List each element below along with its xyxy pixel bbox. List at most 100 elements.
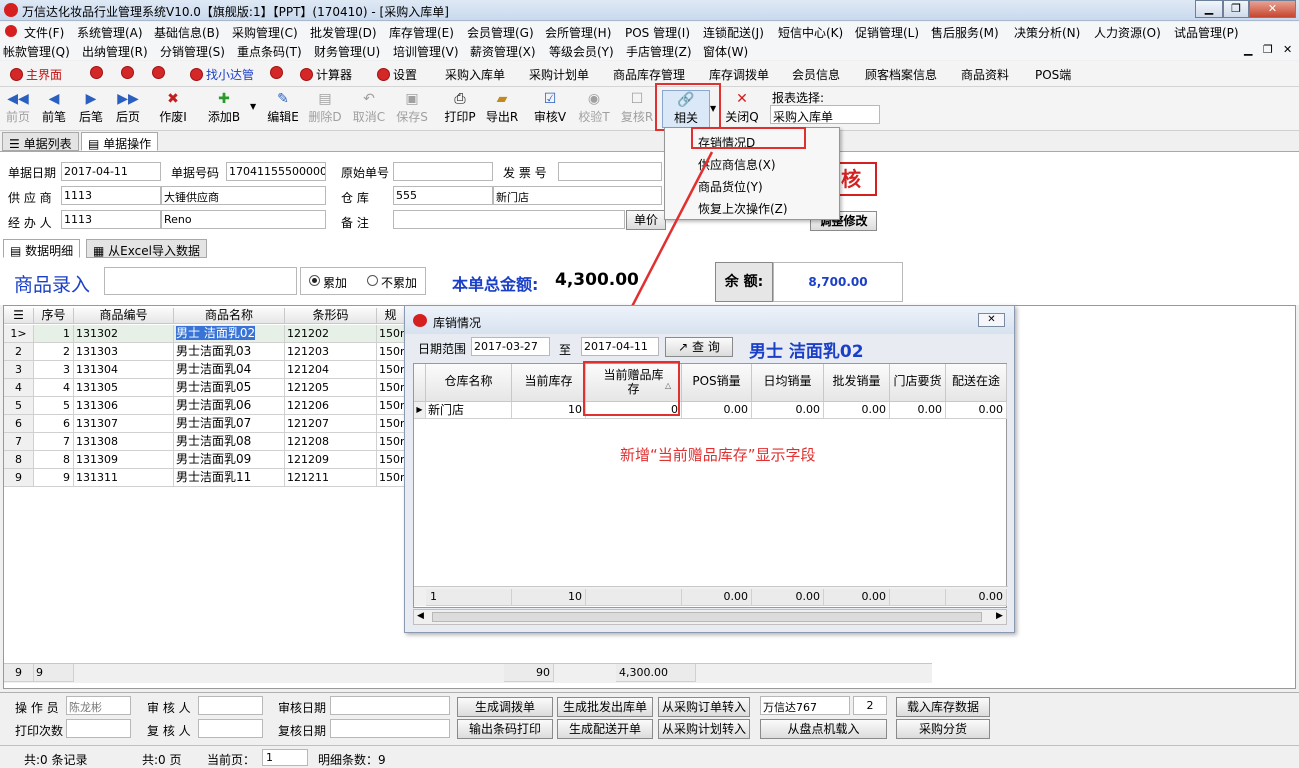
row-header[interactable]: 6 [4, 415, 34, 433]
menu-item[interactable]: POS 管理(I) [625, 24, 690, 41]
grid-cell[interactable]: 150m [377, 379, 405, 397]
menu-item[interactable]: 批发管理(D) [310, 24, 377, 41]
generate-transfer-button[interactable]: 生成调拨单 [457, 697, 553, 717]
quick-settings[interactable]: 设置 [377, 66, 417, 83]
menu-item[interactable]: 连锁配送(J) [703, 24, 764, 41]
grid-cell[interactable]: 131306 [74, 397, 174, 415]
scroll-thumb[interactable] [432, 612, 982, 622]
scroll-right-icon[interactable]: ▶ [996, 611, 1003, 621]
grid-cell[interactable]: 1 [34, 325, 74, 343]
grid-header[interactable]: 商品编号 [74, 308, 174, 324]
quick-member[interactable]: 会员信息 [792, 66, 840, 83]
last-page-button[interactable]: ▶▶ 后页 [110, 90, 146, 128]
date-from-field[interactable]: 2017-03-27 [471, 337, 550, 356]
row-header[interactable]: 2 [4, 343, 34, 361]
grid-cell[interactable]: 131308 [74, 433, 174, 451]
grid-cell[interactable]: 131311 [74, 469, 174, 487]
dgrid-header[interactable]: 当前库存 [512, 364, 586, 402]
dcell-warehouse[interactable]: 新门店 [426, 402, 512, 419]
menu-item[interactable]: 培训管理(V) [393, 43, 459, 60]
grid-cell[interactable]: 150m [377, 361, 405, 379]
grid-cell[interactable]: 2 [34, 343, 74, 361]
generate-delivery-button[interactable]: 生成配送开单 [557, 719, 653, 739]
menu-item[interactable]: 决策分析(N) [1014, 24, 1080, 41]
menu-item[interactable]: 试品管理(P) [1174, 24, 1239, 41]
grid-cell[interactable]: 121205 [285, 379, 377, 397]
void-button[interactable]: ✖ 作废I [154, 90, 192, 128]
company-field[interactable]: 万信达767 [760, 696, 850, 715]
menu-item[interactable]: 财务管理(U) [314, 43, 380, 60]
close-button[interactable]: ✕ [1249, 0, 1296, 18]
prev-button[interactable]: ◀ 前笔 [36, 90, 72, 128]
tab-document-list[interactable]: ☰ 单据列表 [2, 132, 79, 151]
grid-cell[interactable]: 150m [377, 343, 405, 361]
grid-cell[interactable]: 131307 [74, 415, 174, 433]
row-header[interactable]: 9 [4, 469, 34, 487]
grid-cell[interactable]: 131302 [74, 325, 174, 343]
menu-item[interactable]: 分销管理(S) [160, 43, 225, 60]
warehouse-code-field[interactable]: 555 [393, 186, 493, 205]
dcell-wholesale[interactable]: 0.00 [824, 402, 890, 419]
purchase-dist-button[interactable]: 采购分货 [896, 719, 990, 739]
number-field[interactable]: 1704115550000001 [226, 162, 326, 181]
quick-customer[interactable]: 顾客档案信息 [865, 66, 937, 83]
delete-button[interactable]: ▤ 删除D [306, 90, 344, 128]
dgrid-header[interactable]: 仓库名称 [426, 364, 512, 402]
grid-cell[interactable]: 121204 [285, 361, 377, 379]
dcell-store-demand[interactable]: 0.00 [890, 402, 946, 419]
menu-item[interactable]: 窗体(W) [703, 43, 748, 60]
grid-cell[interactable]: 150m [377, 433, 405, 451]
load-pos-button[interactable]: 从盘点机载入 [760, 719, 887, 739]
dcell-in-transit[interactable]: 0.00 [946, 402, 1007, 419]
verify-button[interactable]: ◉ 校验T [575, 90, 613, 128]
menu-item[interactable]: 采购管理(C) [232, 24, 298, 41]
report-select[interactable]: 采购入库单 [770, 105, 880, 124]
grid-cell[interactable]: 131304 [74, 361, 174, 379]
menu-item[interactable]: 出纳管理(R) [82, 43, 148, 60]
grid-cell[interactable]: 121207 [285, 415, 377, 433]
quick-purchase-plan[interactable]: 采购计划单 [529, 66, 589, 83]
quick-calculator[interactable]: 计算器 [300, 66, 352, 83]
grid-header[interactable]: 规 [377, 308, 405, 324]
tab-document-operation[interactable]: ▤ 单据操作 [81, 132, 159, 151]
menu-item[interactable]: 会员管理(G) [467, 24, 534, 41]
query-button[interactable]: ↗ 查 询 [665, 337, 733, 357]
row-header[interactable]: 4 [4, 379, 34, 397]
grid-cell[interactable]: 男士洁面乳06 [174, 397, 285, 415]
grid-cell[interactable]: 121203 [285, 343, 377, 361]
dialog-hscrollbar[interactable]: ◀ ▶ [413, 609, 1007, 625]
child-restore-button[interactable]: ❐ [1263, 43, 1273, 56]
grid-cell[interactable]: 男士洁面乳04 [174, 361, 285, 379]
quick-purchase-in[interactable]: 采购入库单 [445, 66, 505, 83]
menu-item[interactable]: 薪资管理(X) [470, 43, 536, 60]
quick-find[interactable]: 找小达管 [190, 66, 254, 83]
row-header[interactable]: 7 [4, 433, 34, 451]
grid-cell[interactable]: 150m [377, 415, 405, 433]
menu-item[interactable]: 短信中心(K) [778, 24, 843, 41]
grid-cell[interactable]: 9 [34, 469, 74, 487]
save-button[interactable]: ▣ 保存S [393, 90, 431, 128]
scroll-left-icon[interactable]: ◀ [417, 611, 424, 621]
grid-cell[interactable]: 121202 [285, 325, 377, 343]
next-button[interactable]: ▶ 后笔 [73, 90, 109, 128]
accumulate-radio[interactable] [309, 275, 320, 286]
generate-wholesale-button[interactable]: 生成批发出库单 [557, 697, 653, 717]
first-page-button[interactable]: ◀◀ 前页 [0, 90, 36, 128]
child-minimize-button[interactable]: ▁ [1244, 43, 1252, 56]
from-order-button[interactable]: 从采购订单转入 [658, 697, 750, 717]
quick-stock-manage[interactable]: 商品库存管理 [613, 66, 685, 83]
quick-house[interactable] [270, 66, 286, 80]
grid-cell[interactable]: 150m [377, 451, 405, 469]
dialog-close-button[interactable]: ✕ [978, 313, 1005, 327]
menu-item[interactable]: 等级会员(Y) [549, 43, 614, 60]
audit-button[interactable]: ☑ 审核V [531, 90, 569, 128]
menu-item[interactable]: 文件(F) [24, 24, 64, 41]
export-button[interactable]: ▰ 导出R [483, 90, 521, 128]
grid-cell[interactable]: 男士洁面乳08 [174, 433, 285, 451]
note-field[interactable] [393, 210, 625, 229]
row-header[interactable]: 1> [4, 325, 34, 343]
row-header[interactable]: 3 [4, 361, 34, 379]
grid-header[interactable]: 商品名称 [174, 308, 285, 324]
menu-item[interactable]: 促销管理(L) [855, 24, 919, 41]
menu-item[interactable]: 手店管理(Z) [626, 43, 692, 60]
